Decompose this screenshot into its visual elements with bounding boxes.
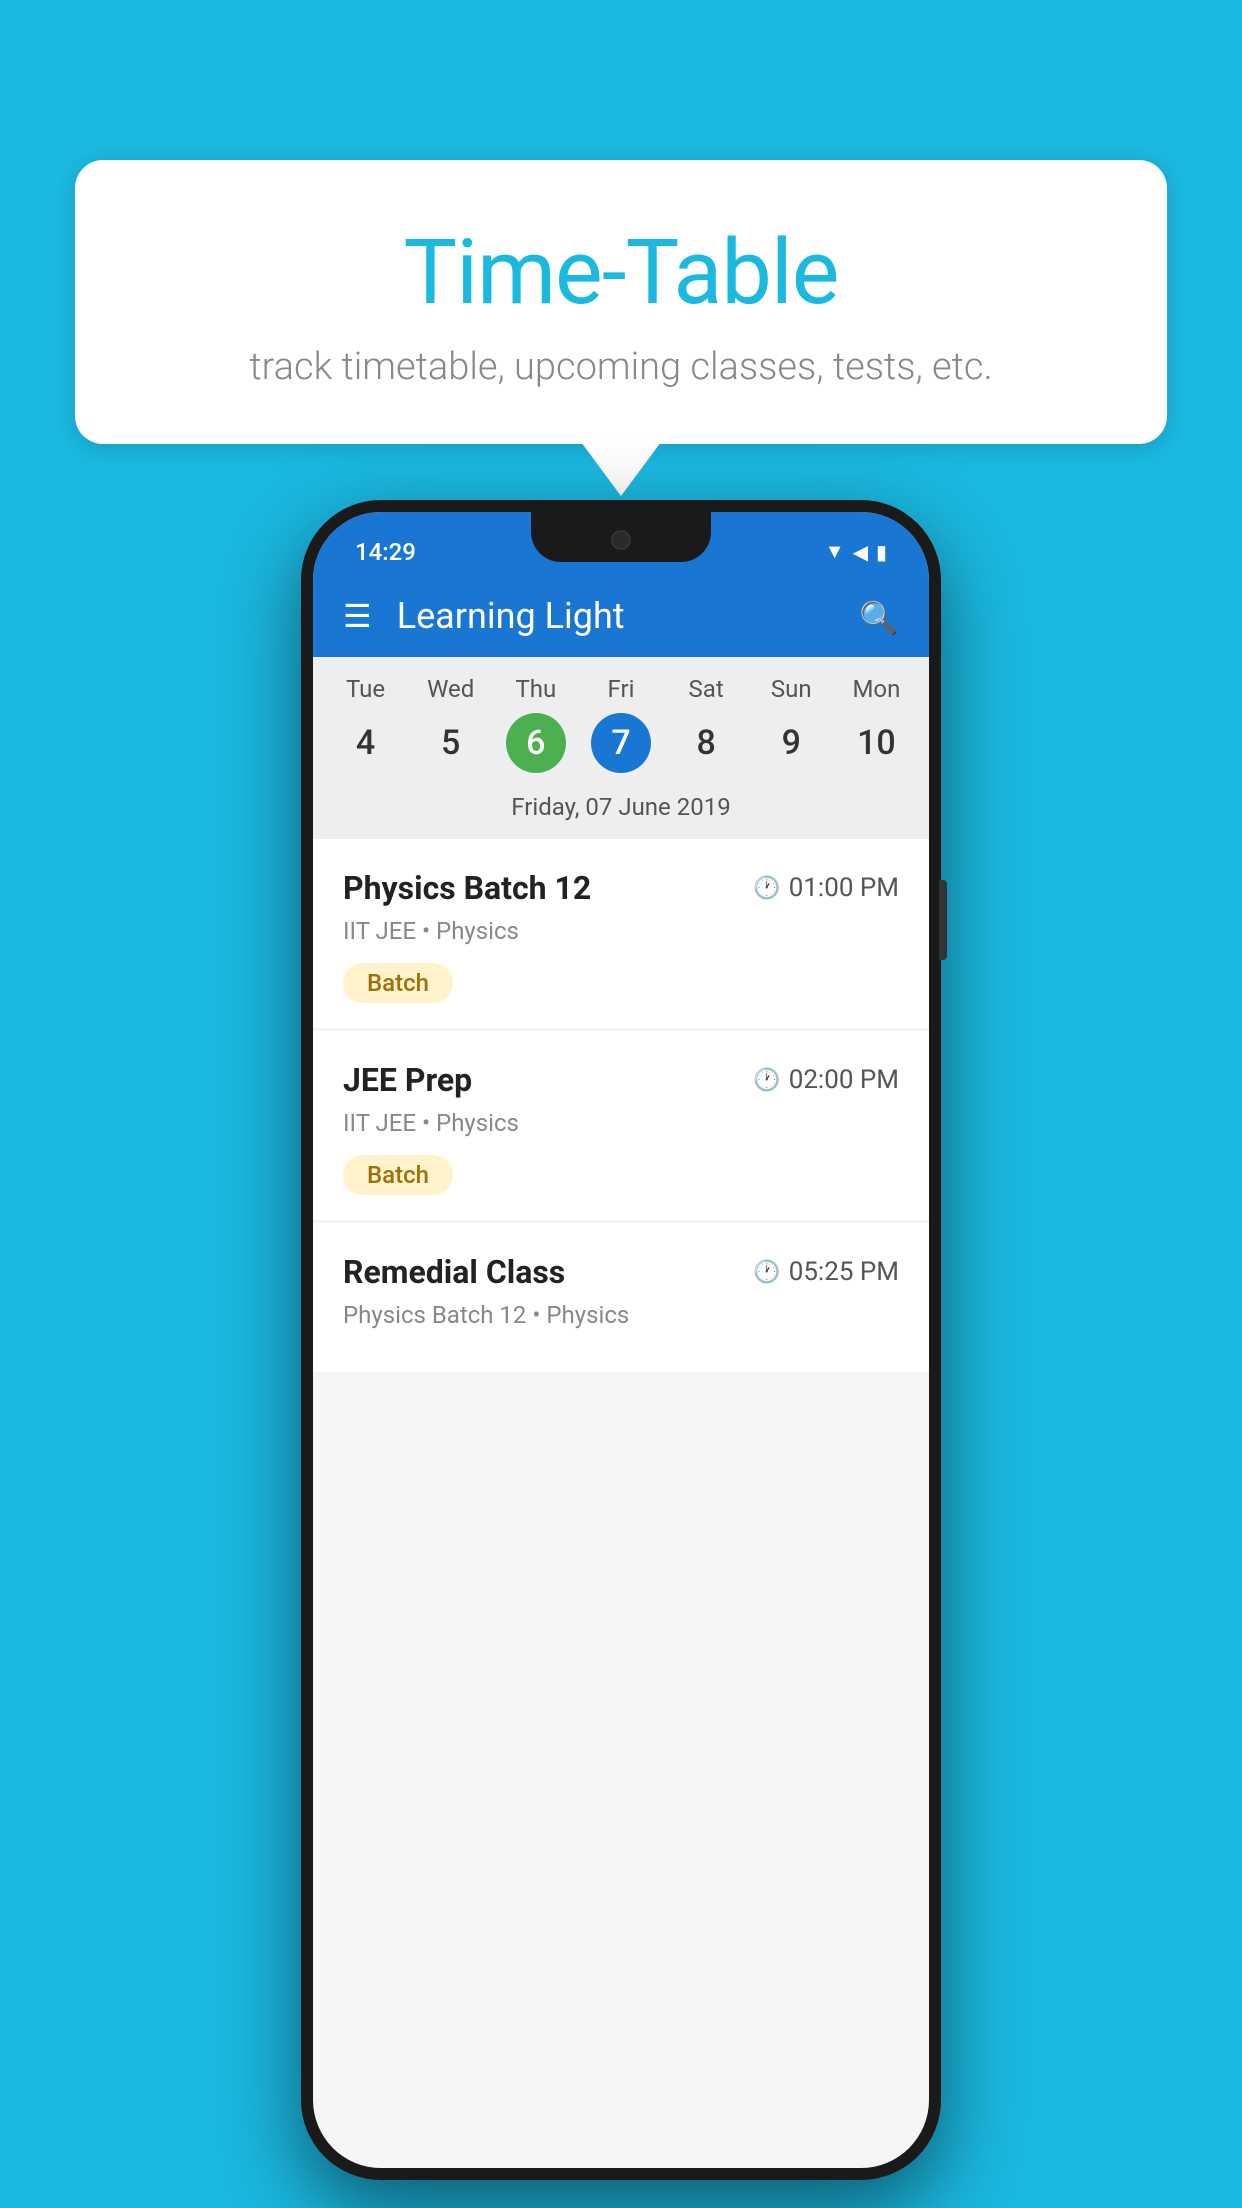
day-col[interactable]: Mon 10 bbox=[836, 675, 916, 773]
search-icon[interactable]: 🔍 bbox=[859, 599, 899, 637]
class-header: JEE Prep 🕐 02:00 PM bbox=[343, 1061, 899, 1099]
class-header: Physics Batch 12 🕐 01:00 PM bbox=[343, 869, 899, 907]
day-name: Thu bbox=[515, 675, 556, 703]
day-number[interactable]: 6 bbox=[506, 713, 566, 773]
class-name: JEE Prep bbox=[343, 1061, 472, 1099]
class-item[interactable]: JEE Prep 🕐 02:00 PM IIT JEE • Physics Batch bbox=[313, 1031, 929, 1220]
speech-bubble-card: Time-Table track timetable, upcoming cla… bbox=[75, 160, 1167, 444]
day-col[interactable]: Sat 8 bbox=[666, 675, 746, 773]
day-number[interactable]: 9 bbox=[761, 713, 821, 773]
days-row: Tue 4 Wed 5 Thu 6 Fri 7 Sat 8 Sun 9 Mon 10 bbox=[313, 675, 929, 783]
day-number[interactable]: 10 bbox=[846, 713, 906, 773]
class-meta: IIT JEE • Physics bbox=[343, 1109, 899, 1137]
day-name: Sun bbox=[771, 675, 812, 703]
class-name: Physics Batch 12 bbox=[343, 869, 591, 907]
day-name: Tue bbox=[346, 675, 385, 703]
status-icons: ▼ ◀ ▮ bbox=[825, 539, 887, 564]
wifi-icon: ▼ bbox=[825, 539, 845, 564]
menu-icon[interactable]: ☰ bbox=[343, 600, 372, 632]
app-title: Learning Light bbox=[397, 595, 625, 637]
day-name: Sat bbox=[689, 675, 724, 703]
day-col[interactable]: Thu 6 bbox=[496, 675, 576, 773]
day-name: Wed bbox=[427, 675, 474, 703]
class-time-text: 01:00 PM bbox=[789, 873, 899, 903]
class-time: 🕐 02:00 PM bbox=[753, 1065, 899, 1095]
batch-badge: Batch bbox=[343, 1155, 453, 1195]
class-meta: Physics Batch 12 • Physics bbox=[343, 1301, 899, 1329]
day-col[interactable]: Wed 5 bbox=[411, 675, 491, 773]
selected-date-label: Friday, 07 June 2019 bbox=[313, 783, 929, 839]
day-col[interactable]: Fri 7 bbox=[581, 675, 661, 773]
class-meta: IIT JEE • Physics bbox=[343, 917, 899, 945]
calendar-strip: Tue 4 Wed 5 Thu 6 Fri 7 Sat 8 Sun 9 Mon 10 Friday, 07… bbox=[313, 657, 929, 839]
day-col[interactable]: Sun 9 bbox=[751, 675, 831, 773]
clock-icon: 🕐 bbox=[753, 1260, 780, 1285]
feature-subtitle: track timetable, upcoming classes, tests… bbox=[125, 345, 1117, 389]
class-time: 🕐 05:25 PM bbox=[753, 1257, 899, 1287]
status-time: 14:29 bbox=[355, 538, 416, 566]
clock-icon: 🕐 bbox=[753, 1068, 780, 1093]
app-bar-left: ☰ Learning Light bbox=[343, 595, 625, 637]
clock-icon: 🕐 bbox=[753, 876, 780, 901]
day-number[interactable]: 7 bbox=[591, 713, 651, 773]
battery-icon: ▮ bbox=[876, 540, 887, 564]
signal-icon: ◀ bbox=[853, 540, 868, 564]
day-number[interactable]: 5 bbox=[421, 713, 481, 773]
day-col[interactable]: Tue 4 bbox=[326, 675, 406, 773]
phone-screen: 14:29 ▼ ◀ ▮ ☰ Learning Light 🔍 Tue4Wed5T… bbox=[313, 512, 929, 2168]
day-number[interactable]: 8 bbox=[676, 713, 736, 773]
side-button bbox=[939, 880, 947, 960]
feature-title: Time-Table bbox=[125, 220, 1117, 325]
front-camera bbox=[611, 530, 631, 550]
phone-mockup: 14:29 ▼ ◀ ▮ ☰ Learning Light 🔍 Tue4Wed5T… bbox=[301, 500, 941, 2180]
class-item[interactable]: Physics Batch 12 🕐 01:00 PM IIT JEE • Physi… bbox=[313, 839, 929, 1028]
class-time-text: 02:00 PM bbox=[789, 1065, 899, 1095]
class-time-text: 05:25 PM bbox=[789, 1257, 899, 1287]
phone-notch bbox=[531, 512, 711, 562]
class-header: Remedial Class 🕐 05:25 PM bbox=[343, 1253, 899, 1291]
class-item[interactable]: Remedial Class 🕐 05:25 PM Physics Batch 12 … bbox=[313, 1223, 929, 1372]
batch-badge: Batch bbox=[343, 963, 453, 1003]
day-name: Mon bbox=[852, 675, 900, 703]
class-time: 🕐 01:00 PM bbox=[753, 873, 899, 903]
class-name: Remedial Class bbox=[343, 1253, 565, 1291]
day-name: Fri bbox=[608, 675, 635, 703]
day-number[interactable]: 4 bbox=[336, 713, 396, 773]
content-area: Physics Batch 12 🕐 01:00 PM IIT JEE • Physi… bbox=[313, 839, 929, 1375]
